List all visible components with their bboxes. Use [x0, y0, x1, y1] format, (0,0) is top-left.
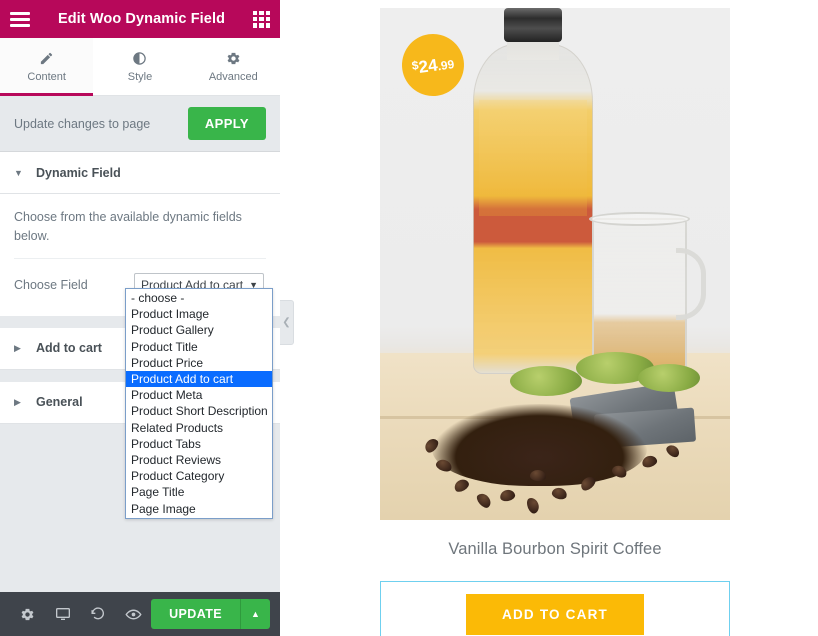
hamburger-icon[interactable] — [10, 11, 30, 27]
price-dollars: 24 — [417, 54, 439, 77]
apply-bar: Update changes to page APPLY — [0, 96, 280, 152]
dropdown-option[interactable]: Product Price — [126, 355, 272, 371]
tab-content-label: Content — [27, 70, 66, 83]
panel-tabs: Content Style Advanced — [0, 38, 280, 96]
dropdown-option[interactable]: Product Short Description — [126, 403, 272, 419]
dropdown-option[interactable]: Product Gallery — [126, 322, 272, 338]
tab-style-label: Style — [127, 70, 153, 83]
dropdown-option[interactable]: Page Image — [126, 501, 272, 517]
tab-advanced[interactable]: Advanced — [186, 38, 280, 95]
dropdown-option[interactable]: Product Category — [126, 468, 272, 484]
product-title: Vanilla Bourbon Spirit Coffee — [448, 540, 662, 558]
dropdown-option[interactable]: Product Add to cart — [126, 371, 272, 388]
pencil-icon — [39, 51, 54, 66]
panel-header: Edit Woo Dynamic Field — [0, 0, 280, 38]
tab-content[interactable]: Content — [0, 38, 94, 96]
update-options-caret[interactable]: ▲ — [240, 599, 270, 629]
contrast-icon — [132, 51, 147, 66]
dropdown-option[interactable]: - choose - — [126, 290, 272, 306]
grid-apps-icon[interactable] — [253, 10, 270, 28]
dropdown-option[interactable]: Product Reviews — [126, 452, 272, 468]
mason-jar-rim — [589, 212, 690, 226]
dropdown-option[interactable]: Page Title — [126, 484, 272, 500]
section-general-label: General — [36, 395, 83, 409]
gear-icon[interactable] — [10, 607, 45, 622]
apply-button[interactable]: APPLY — [187, 107, 266, 140]
section-dynamic-field[interactable]: ▼ Dynamic Field — [0, 152, 280, 194]
product-photo: $24.99 — [380, 8, 730, 520]
app-root: Edit Woo Dynamic Field Content Style Adv… — [0, 0, 818, 636]
monitor-icon[interactable] — [45, 606, 80, 622]
choose-field-label: Choose Field — [14, 278, 88, 292]
update-button-group: UPDATE ▲ — [151, 599, 270, 629]
add-to-cart-widget: ADD TO CART — [380, 581, 730, 636]
bottle-cap — [504, 8, 562, 42]
dropdown-option[interactable]: Product Image — [126, 306, 272, 322]
tab-advanced-label: Advanced — [208, 70, 258, 83]
dropdown-option[interactable]: Product Title — [126, 339, 272, 355]
tab-style[interactable]: Style — [93, 38, 187, 95]
section-dynamic-field-label: Dynamic Field — [36, 165, 121, 180]
price-amount: $24.99 — [411, 54, 456, 77]
eye-icon[interactable] — [116, 606, 151, 623]
gear-icon — [226, 51, 241, 66]
panel-footer-toolbar: UPDATE ▲ — [0, 592, 280, 636]
update-button[interactable]: UPDATE — [151, 599, 240, 629]
history-icon[interactable] — [81, 606, 116, 622]
price-cents: .99 — [436, 56, 456, 73]
caret-right-icon: ▶ — [14, 342, 21, 353]
moss-sprig-3 — [638, 364, 700, 392]
choose-field-dropdown-list[interactable]: - choose - Product Image Product Gallery Pr… — [125, 288, 273, 519]
dropdown-option[interactable]: Product Tabs — [126, 436, 272, 452]
panel-title: Edit Woo Dynamic Field — [57, 11, 226, 27]
bottle-label — [479, 100, 587, 216]
apply-note: Update changes to page — [14, 116, 151, 131]
section-add-to-cart-label: Add to cart — [36, 341, 102, 355]
page-preview: $24.99 Vanilla Bourbon Spirit Coffee ADD… — [280, 0, 818, 636]
caret-right-icon: ▶ — [14, 396, 21, 407]
panel-collapse-handle[interactable]: ❮ — [280, 300, 294, 345]
product-card: $24.99 Vanilla Bourbon Spirit Coffee ADD… — [380, 8, 730, 636]
caret-down-icon: ▼ — [14, 167, 23, 178]
mason-jar — [592, 218, 687, 373]
dropdown-option[interactable]: Related Products — [126, 420, 272, 436]
moss-sprig-1 — [510, 366, 582, 396]
add-to-cart-button[interactable]: ADD TO CART — [466, 593, 644, 635]
price-badge: $24.99 — [397, 29, 469, 101]
dropdown-option[interactable]: Product Meta — [126, 387, 272, 403]
dynamic-field-helper: Choose from the available dynamic fields… — [14, 208, 266, 259]
mason-jar-handle — [676, 248, 706, 320]
